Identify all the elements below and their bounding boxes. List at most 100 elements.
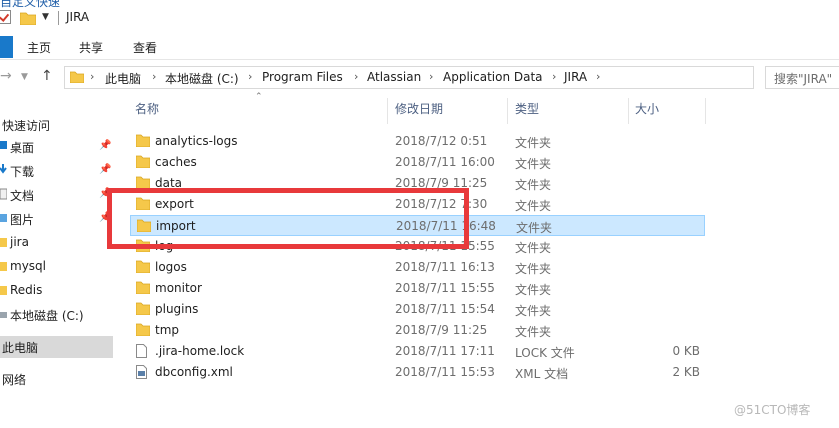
nav-item-downloads[interactable]: 下载 📌 <box>0 160 113 182</box>
file-name: caches <box>155 155 197 169</box>
navigation-pane: 快速访问 桌面 📌 下载 📌 文档 📌 图片 📌 jira mysql Redi… <box>0 96 118 428</box>
file-modified-date: 2018/7/12 0:51 <box>395 134 488 148</box>
folder-icon <box>136 219 152 235</box>
file-modified-date: 2018/7/11 17:11 <box>395 344 495 358</box>
nav-item-redis[interactable]: Redis <box>0 280 113 302</box>
file-row[interactable]: import 2018/7/11 16:48 文件夹 <box>130 215 705 236</box>
chevron-right-icon[interactable]: › <box>354 70 358 83</box>
chevron-right-icon[interactable]: › <box>552 70 556 83</box>
nav-item-label: 文档 <box>10 189 35 203</box>
chevron-right-icon[interactable]: › <box>596 70 600 83</box>
folder-icon <box>69 71 85 86</box>
pin-icon[interactable]: 📌 <box>99 188 111 199</box>
customize-toolbar-dropdown-icon[interactable]: ▼ <box>42 12 49 22</box>
search-box[interactable]: 搜索"JIRA" <box>765 66 839 89</box>
pin-icon[interactable]: 📌 <box>99 212 111 223</box>
file-modified-date: 2018/7/9 11:25 <box>395 323 488 337</box>
nav-item-jira[interactable]: jira <box>0 232 113 254</box>
nav-item-documents[interactable]: 文档 📌 <box>0 184 113 206</box>
nav-item-label: 本地磁盘 (C:) <box>10 309 84 323</box>
tab-share[interactable]: 共享 <box>79 39 103 56</box>
breadcrumb-this-pc[interactable]: 此电脑 <box>105 70 141 87</box>
ribbon: 主页 共享 查看 <box>0 34 839 60</box>
file-row[interactable]: dbconfig.xml 2018/7/11 15:53 XML 文档 2 KB <box>130 362 705 383</box>
file-name: import <box>156 219 196 233</box>
search-input[interactable]: 搜索"JIRA" <box>774 70 832 87</box>
nav-item-network[interactable]: 网络 <box>0 368 113 390</box>
file-row[interactable]: monitor 2018/7/11 15:55 文件夹 <box>130 278 705 299</box>
tab-view[interactable]: 查看 <box>133 39 157 56</box>
file-type: 文件夹 <box>515 325 552 339</box>
forward-arrow-icon[interactable]: → <box>0 68 12 84</box>
breadcrumb-program-files[interactable]: Program Files <box>262 70 343 84</box>
file-row[interactable]: data 2018/7/9 11:25 文件夹 <box>130 173 705 194</box>
nav-item-label: 图片 <box>10 213 35 227</box>
breadcrumb-local-disk[interactable]: 本地磁盘 (C:) <box>165 70 239 87</box>
nav-item-local-disk[interactable]: 本地磁盘 (C:) <box>0 304 113 326</box>
nav-item-desktop[interactable]: 桌面 📌 <box>0 136 113 158</box>
file-tab[interactable] <box>0 36 13 58</box>
nav-item-this-pc[interactable]: 此电脑 <box>0 336 113 358</box>
xml-file-icon <box>136 365 147 382</box>
drive-icon <box>0 308 7 323</box>
file-type: 文件夹 <box>515 241 552 255</box>
file-name: export <box>155 197 194 211</box>
breadcrumb-atlassian[interactable]: Atlassian <box>367 70 421 84</box>
breadcrumb-application-data[interactable]: Application Data <box>443 70 543 84</box>
sort-ascending-icon: ⌃ <box>255 92 263 102</box>
folder-icon <box>135 155 151 171</box>
folder-icon <box>0 260 7 275</box>
column-divider[interactable] <box>628 98 629 124</box>
nav-item-quick-access[interactable]: 快速访问 <box>0 114 113 136</box>
pin-icon[interactable]: 📌 <box>99 140 111 151</box>
file-modified-date: 2018/7/11 16:00 <box>395 155 495 169</box>
file-type: 文件夹 <box>515 136 552 150</box>
breadcrumb-jira[interactable]: JIRA <box>564 70 587 84</box>
file-name: logos <box>155 260 187 274</box>
file-type: 文件夹 <box>515 157 552 171</box>
column-header-type[interactable]: 类型 <box>515 100 539 122</box>
document-icon <box>0 188 8 203</box>
file-type: XML 文档 <box>515 367 569 381</box>
folder-icon <box>0 284 7 299</box>
chevron-right-icon[interactable]: › <box>152 70 156 83</box>
file-type: 文件夹 <box>515 304 552 318</box>
new-folder-icon[interactable] <box>19 11 37 28</box>
file-row[interactable]: export 2018/7/12 7:30 文件夹 <box>130 194 705 215</box>
column-header-date[interactable]: 修改日期 <box>395 100 443 122</box>
file-type: 文件夹 <box>515 283 552 297</box>
file-modified-date: 2018/7/9 11:25 <box>395 176 488 190</box>
properties-check-icon[interactable] <box>0 10 11 24</box>
column-header-size[interactable]: 大小 <box>635 100 659 122</box>
folder-icon <box>135 260 151 276</box>
tab-home[interactable]: 主页 <box>27 39 51 56</box>
address-bar[interactable]: › 此电脑 › 本地磁盘 (C:) › Program Files › Atla… <box>64 66 813 89</box>
up-arrow-icon[interactable]: ↑ <box>41 68 53 84</box>
nav-item-pictures[interactable]: 图片 📌 <box>0 208 113 230</box>
file-row[interactable]: caches 2018/7/11 16:00 文件夹 <box>130 152 705 173</box>
chevron-right-icon[interactable]: › <box>90 70 94 83</box>
column-divider[interactable] <box>387 98 388 124</box>
column-divider[interactable] <box>705 98 706 124</box>
chevron-right-icon[interactable]: › <box>429 70 433 83</box>
file-type: 文件夹 <box>515 178 552 192</box>
column-divider[interactable] <box>507 98 508 124</box>
recent-locations-icon[interactable]: ▼ <box>21 72 28 82</box>
download-icon <box>0 164 7 179</box>
folder-icon <box>135 281 151 297</box>
pin-icon[interactable]: 📌 <box>99 164 111 175</box>
file-name: dbconfig.xml <box>155 365 233 379</box>
file-row[interactable]: analytics-logs 2018/7/12 0:51 文件夹 <box>130 131 705 152</box>
file-row[interactable]: tmp 2018/7/9 11:25 文件夹 <box>130 320 705 341</box>
file-modified-date: 2018/7/11 15:53 <box>395 365 495 379</box>
column-header-name[interactable]: 名称 <box>135 100 159 122</box>
file-row[interactable]: log 2018/7/11 15:55 文件夹 <box>130 236 705 257</box>
nav-item-mysql[interactable]: mysql <box>0 256 113 278</box>
file-row[interactable]: plugins 2018/7/11 15:54 文件夹 <box>130 299 705 320</box>
folder-icon <box>135 323 151 339</box>
navigation-bar: → ▼ ↑ › 此电脑 › 本地磁盘 (C:) › Program Files … <box>0 60 839 96</box>
file-row[interactable]: .jira-home.lock 2018/7/11 17:11 LOCK 文件 0 K… <box>130 341 705 362</box>
file-row[interactable]: logos 2018/7/11 16:13 文件夹 <box>130 257 705 278</box>
nav-item-label: 快速访问 <box>2 119 51 133</box>
chevron-right-icon[interactable]: › <box>248 70 252 83</box>
